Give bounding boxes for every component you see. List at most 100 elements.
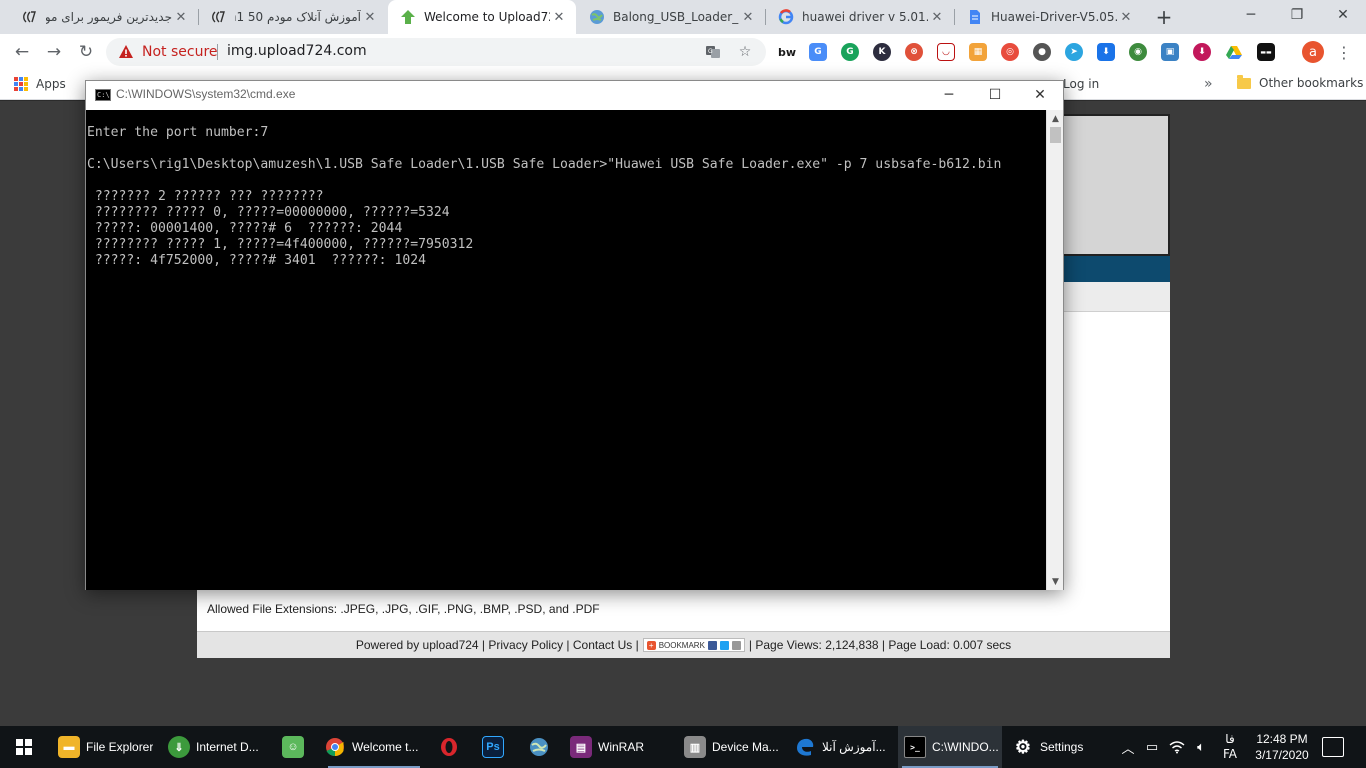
telegram-extension-icon[interactable]: ➤	[1065, 43, 1083, 61]
scrollbar-thumb[interactable]	[1050, 127, 1061, 143]
close-icon[interactable]: ✕	[928, 8, 946, 26]
bookmark-login[interactable]: Log in	[1063, 77, 1099, 91]
tab-unlock-modem[interactable]: آموزش آنلاک مودم h1 50 ✕	[199, 0, 387, 34]
target-extension-icon[interactable]: ◎	[1001, 43, 1019, 61]
other-bookmarks-folder[interactable]: Other bookmarks	[1237, 74, 1363, 90]
pocket-extension-icon[interactable]: ◡	[937, 43, 955, 61]
scroll-up-arrow-icon[interactable]: ▲	[1047, 110, 1064, 127]
folder-icon: ▬	[58, 736, 80, 758]
block-extension-icon[interactable]: ⊗	[905, 43, 923, 61]
cmd-window-title: C:\WINDOWS\system32\cmd.exe	[116, 87, 296, 101]
new-tab-button[interactable]: +	[1151, 4, 1177, 30]
record-extension-icon[interactable]: ⬇	[1193, 43, 1211, 61]
more-menu-icon[interactable]: ⋮	[1336, 42, 1352, 62]
photoshop-icon: Ps	[482, 736, 504, 758]
tab-upload724[interactable]: Welcome to Upload724 ✕	[388, 0, 576, 34]
close-window-button[interactable]: ✕	[1320, 0, 1366, 30]
bw-extension-icon[interactable]: bw	[778, 43, 796, 61]
powered-by-link[interactable]: Powered by upload724	[356, 638, 479, 652]
github-extension-icon[interactable]: ●	[1033, 43, 1051, 61]
taskbar-opera[interactable]	[438, 726, 466, 768]
forward-button[interactable]: →	[42, 40, 66, 64]
tab-huawei-driver-search[interactable]: huawei driver v 5.01.06 ✕	[766, 0, 954, 34]
taskbar-cmd[interactable]: >_ C:\WINDO...	[898, 726, 1002, 768]
bookmark-share-button[interactable]: + BOOKMARK	[642, 638, 745, 652]
close-icon[interactable]: ✕	[739, 8, 757, 26]
globe-extension-icon[interactable]: ◉	[1129, 43, 1147, 61]
wifi-icon[interactable]	[1166, 726, 1188, 768]
console-output[interactable]: Enter the port number:7 C:\Users\rig1\De…	[86, 110, 1046, 590]
cmd-title-bar[interactable]: C:\ C:\WINDOWS\system32\cmd.exe ─ ☐ ✕	[86, 81, 1063, 109]
close-icon[interactable]: ✕	[172, 8, 190, 26]
taskbar-photoshop[interactable]: Ps	[482, 726, 510, 768]
security-status[interactable]: Not secure	[142, 44, 218, 60]
translate-icon[interactable]: G	[704, 43, 722, 61]
allowed-extensions-text: Allowed File Extensions: .JPEG, .JPG, .G…	[207, 602, 600, 616]
cmd-window[interactable]: C:\ C:\WINDOWS\system32\cmd.exe ─ ☐ ✕ En…	[85, 80, 1064, 590]
start-button[interactable]	[0, 726, 48, 768]
tab-title: huawei driver v 5.01.06	[802, 10, 928, 24]
profile-avatar[interactable]: a	[1302, 41, 1324, 63]
privacy-policy-link[interactable]: Privacy Policy	[488, 638, 563, 652]
site-footer: Powered by upload724 | Privacy Policy | …	[197, 631, 1170, 658]
k-extension-icon[interactable]: K	[873, 43, 891, 61]
taskbar-file-explorer[interactable]: ▬ File Explorer	[58, 726, 158, 768]
url-text[interactable]: img.upload724.com	[227, 43, 367, 59]
tab-title: Balong_USB_Loader_b6	[613, 10, 739, 24]
cmd-app-icon[interactable]: C:\	[95, 89, 111, 101]
footer-separator: |	[878, 638, 889, 652]
console-scrollbar[interactable]: ▲ ▼	[1046, 110, 1063, 590]
volume-icon[interactable]: 🔈︎	[1190, 726, 1212, 768]
taskbar-label: Settings	[1040, 740, 1084, 754]
address-bar[interactable]: Not secure img.upload724.com G ☆	[106, 38, 766, 66]
cmd-maximize-button[interactable]: ☐	[972, 81, 1018, 109]
clock-time: 12:48 PM	[1256, 732, 1308, 746]
bookmark-apps[interactable]: Apps	[14, 77, 66, 91]
taskbar-device-manager[interactable]: ▥ Device Ma...	[684, 726, 784, 768]
taskbar-label: Internet D...	[196, 740, 259, 754]
tab-title: آموزش آنلاک مودم h1 50	[235, 10, 361, 24]
warning-icon[interactable]	[118, 44, 134, 60]
grammarly-extension-icon[interactable]: G	[841, 43, 859, 61]
tab-huawei-driver-doc[interactable]: Huawei-Driver-V5.05.02 ✕	[955, 0, 1143, 34]
taskbar-globe-app[interactable]	[528, 726, 556, 768]
scroll-down-arrow-icon[interactable]: ▼	[1047, 573, 1064, 590]
back-button[interactable]: ←	[10, 40, 34, 64]
close-icon[interactable]: ✕	[1117, 8, 1135, 26]
contact-us-link[interactable]: Contact Us	[573, 638, 632, 652]
language-indicator[interactable]: فا FA	[1218, 732, 1242, 762]
close-icon[interactable]: ✕	[361, 8, 379, 26]
taskbar-chat-app[interactable]: ☺	[282, 726, 310, 768]
download-extension-icon[interactable]: ⬇	[1097, 43, 1115, 61]
battery-icon[interactable]: ▭	[1142, 726, 1162, 768]
cmd-minimize-button[interactable]: ─	[926, 81, 972, 109]
translate-extension-icon[interactable]: G	[809, 43, 827, 61]
taskbar-chrome[interactable]: Welcome t...	[324, 726, 424, 768]
minimize-button[interactable]: ─	[1228, 0, 1274, 30]
star-icon[interactable]: ☆	[736, 43, 754, 61]
taskbar-internet-download-manager[interactable]: ⇓ Internet D...	[168, 726, 268, 768]
grid-extension-icon[interactable]: ▦	[969, 43, 987, 61]
reload-button[interactable]: ↻	[74, 40, 98, 64]
tab-title: جدیدترین فریمور برای مو	[46, 10, 172, 24]
close-icon[interactable]: ✕	[550, 8, 568, 26]
tab-balong-loader[interactable]: Balong_USB_Loader_b6 ✕	[577, 0, 765, 34]
taskbar-label: Device Ma...	[712, 740, 779, 754]
notification-center-icon[interactable]	[1322, 737, 1344, 757]
restore-button[interactable]: ❐	[1274, 0, 1320, 30]
system-clock[interactable]: 12:48 PM 3/17/2020	[1248, 731, 1316, 763]
taskbar-winrar[interactable]: ▤ WinRAR	[570, 726, 670, 768]
taskbar-edge[interactable]: آموزش آنلا...	[794, 726, 894, 768]
tab-gsm-firmware[interactable]: جدیدترین فریمور برای مو ✕	[10, 0, 198, 34]
window-extension-icon[interactable]: ▣	[1161, 43, 1179, 61]
bookmarks-overflow-button[interactable]: »	[1204, 76, 1213, 92]
show-hidden-icons-button[interactable]: ︿	[1118, 726, 1138, 768]
taskbar-label: WinRAR	[598, 740, 645, 754]
taskbar-label: Welcome t...	[352, 740, 419, 754]
taskbar-settings[interactable]: ⚙ Settings	[1012, 726, 1112, 768]
chrome-icon	[324, 736, 346, 758]
drive-extension-icon[interactable]	[1225, 43, 1243, 61]
tool-extension-icon[interactable]: ▬▬	[1257, 43, 1275, 61]
idm-icon: ⇓	[168, 736, 190, 758]
cmd-close-button[interactable]: ✕	[1017, 81, 1063, 109]
